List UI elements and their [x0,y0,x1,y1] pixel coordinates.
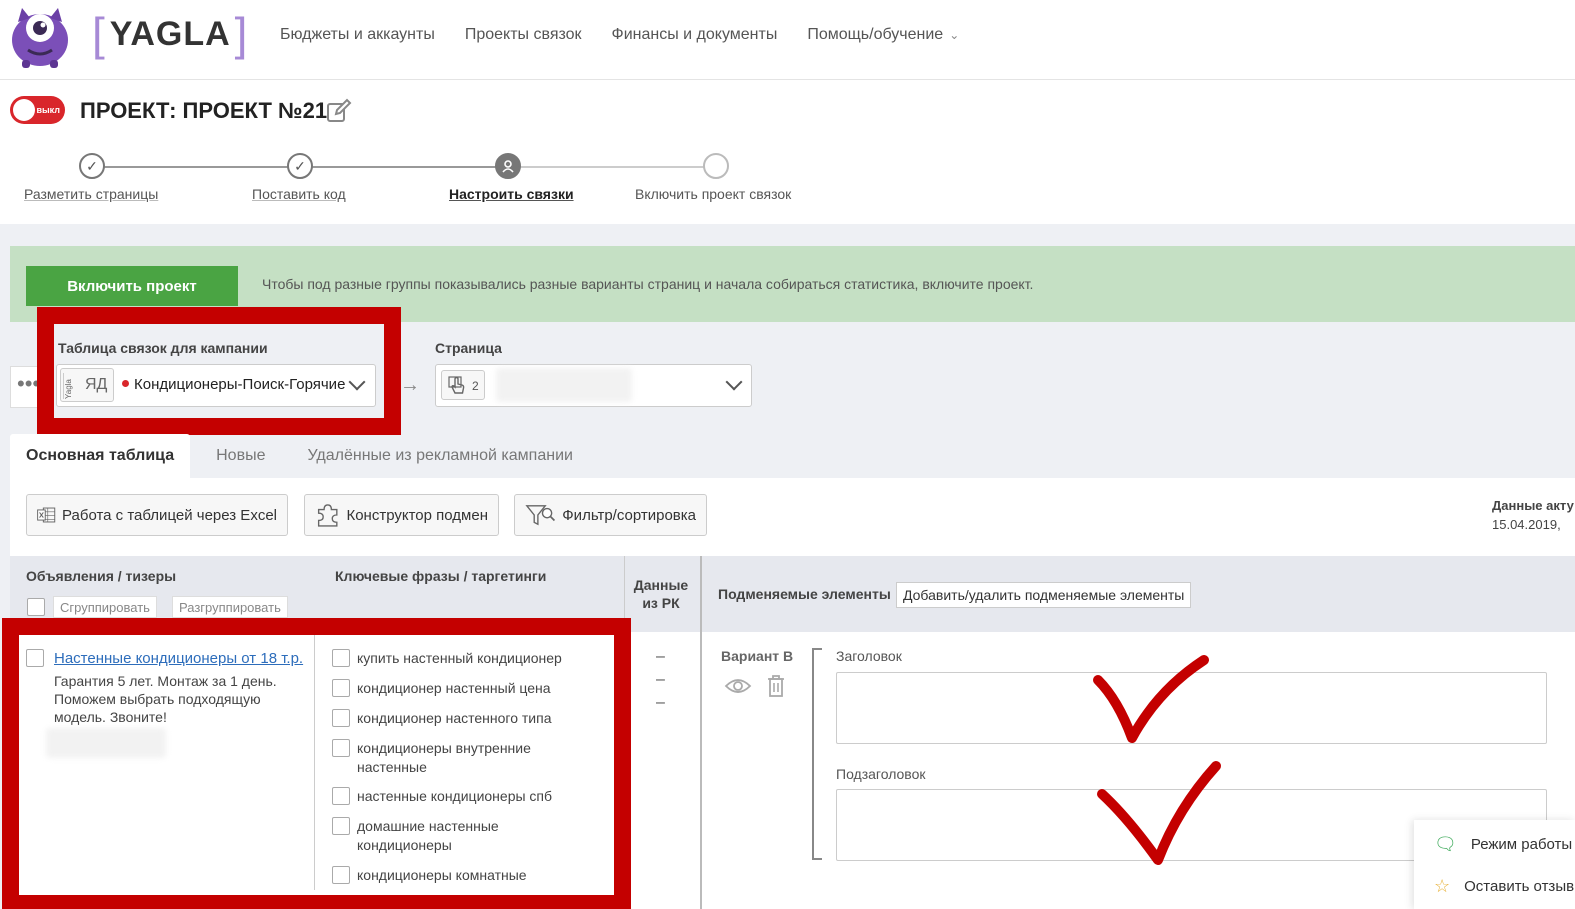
step-3-label[interactable]: Настроить связки [449,186,574,202]
subtitle-field-label: Подзаголовок [836,766,926,782]
column-divider [700,556,702,909]
replace-elements-label: Подменяемые элементы [718,586,891,602]
col-data-header-l2: из РК [642,595,680,611]
leave-feedback-item[interactable]: ☆ Оставить отзыв [1434,876,1574,897]
support-widget: 🗨 Режим работы ☆ Оставить отзыв [1414,820,1575,909]
excel-button-label: Работа с таблицей через Excel [62,506,277,524]
enable-project-button[interactable]: Включить проект [26,266,238,306]
work-mode-item[interactable]: 🗨 Режим работы [1434,834,1572,855]
filter-button-label: Фильтр/сортировка [562,506,696,524]
page-count: 2 [472,379,479,393]
group-button[interactable]: Сгруппировать [53,596,157,618]
yagla-wordmark[interactable]: [ YAGLA ] [88,8,252,60]
yagla-monster-logo-icon[interactable] [8,2,72,68]
step-4-circle-icon[interactable] [703,153,729,179]
nav-help[interactable]: Помощь/обучение ⌄ [807,26,959,44]
step-4-label[interactable]: Включить проект связок [635,186,791,202]
page-title: ПРОЕКТ: ПРОЕКТ №21 [80,98,328,123]
data-updated-label: Данные акту [1492,498,1574,513]
page-select-label: Страница [435,340,502,356]
title-field-label: Заголовок [836,648,902,664]
add-remove-elements-button[interactable]: Добавить/удалить подменяемые элементы [896,582,1192,608]
edit-icon[interactable] [326,98,352,124]
star-icon: ☆ [1434,876,1451,896]
tab-main-table[interactable]: Основная таблица [10,434,191,478]
nav-budgets[interactable]: Бюджеты и аккаунты [280,26,435,44]
data-dash: – [656,671,665,688]
variant-label: Вариант В [721,648,794,664]
arrow-right-icon: → [400,374,420,396]
top-header: [ YAGLA ] Бюджеты и аккаунты Проекты свя… [0,0,1575,80]
table-tabs: Основная таблица Новые Удалённые из рекл… [10,434,589,478]
data-dash: – [656,694,665,711]
col-keywords-header: Ключевые фразы / таргетинги [335,568,547,584]
annotation-checkmark-icon [1097,761,1221,865]
chevron-down-icon: ⌄ [949,28,960,42]
project-toggle[interactable]: выкл [10,96,65,124]
col-data-header-l1: Данные [633,577,689,593]
step-1-label[interactable]: Разметить страницы [24,186,158,202]
trash-icon[interactable] [766,674,786,698]
puzzle-icon [317,504,338,527]
nav-help-label: Помощь/обучение [807,26,944,43]
hand-pointer-icon [448,376,465,394]
col-data-header: Данные из РК [628,576,694,612]
tab-deleted[interactable]: Удалённые из рекламной кампании [291,434,588,478]
work-mode-label: Режим работы [1470,836,1573,853]
annotation-frame-ads [2,618,631,909]
select-all-checkbox[interactable] [27,598,45,616]
data-updated-date: 15.04.2019, [1492,517,1561,532]
excel-icon [37,507,56,523]
step-2-label[interactable]: Поставить код [252,186,346,202]
filter-button[interactable]: Фильтр/сортировка [514,494,707,536]
data-updated-info: Данные акту 15.04.2019, [1492,498,1574,532]
filter-search-icon [525,505,556,526]
page-count-badge: 2 [441,370,485,400]
nav-finance[interactable]: Финансы и документы [612,26,778,44]
bracket-left-glyph: [ [92,8,106,60]
variant-bracket [812,648,822,860]
chat-bubbles-icon: 🗨 [1434,834,1457,854]
tab-new[interactable]: Новые [190,434,291,478]
step-3-user-icon[interactable] [495,153,521,179]
stepper-line-pending [508,166,716,168]
main-nav: Бюджеты и аккаунты Проекты связок Финанс… [280,26,959,44]
user-icon [502,160,514,173]
logo-text: YAGLA [109,14,231,53]
stepper-line [92,166,716,168]
constructor-button-label: Конструктор подмен [346,506,488,524]
col-ads-header: Объявления / тизеры [26,568,177,584]
ungroup-button[interactable]: Разгруппировать [172,596,288,618]
step-2-check-icon[interactable]: ✓ [287,153,313,179]
eye-icon[interactable] [724,676,752,696]
step-1-check-icon[interactable]: ✓ [79,153,105,179]
nav-projects[interactable]: Проекты связок [465,26,582,44]
constructor-button[interactable]: Конструктор подмен [304,494,499,536]
annotation-checkmark-icon [1093,655,1209,743]
excel-button[interactable]: Работа с таблицей через Excel [26,494,288,536]
toggle-label: выкл [36,105,60,115]
toggle-knob [13,99,35,121]
notice-text: Чтобы под разные группы показывались раз… [262,276,1034,292]
blurred-page-url [496,368,632,402]
data-dash: – [656,648,665,665]
annotation-frame-campaign [37,307,401,435]
leave-feedback-label: Оставить отзыв [1464,878,1575,895]
bracket-right-glyph: ] [234,8,249,60]
